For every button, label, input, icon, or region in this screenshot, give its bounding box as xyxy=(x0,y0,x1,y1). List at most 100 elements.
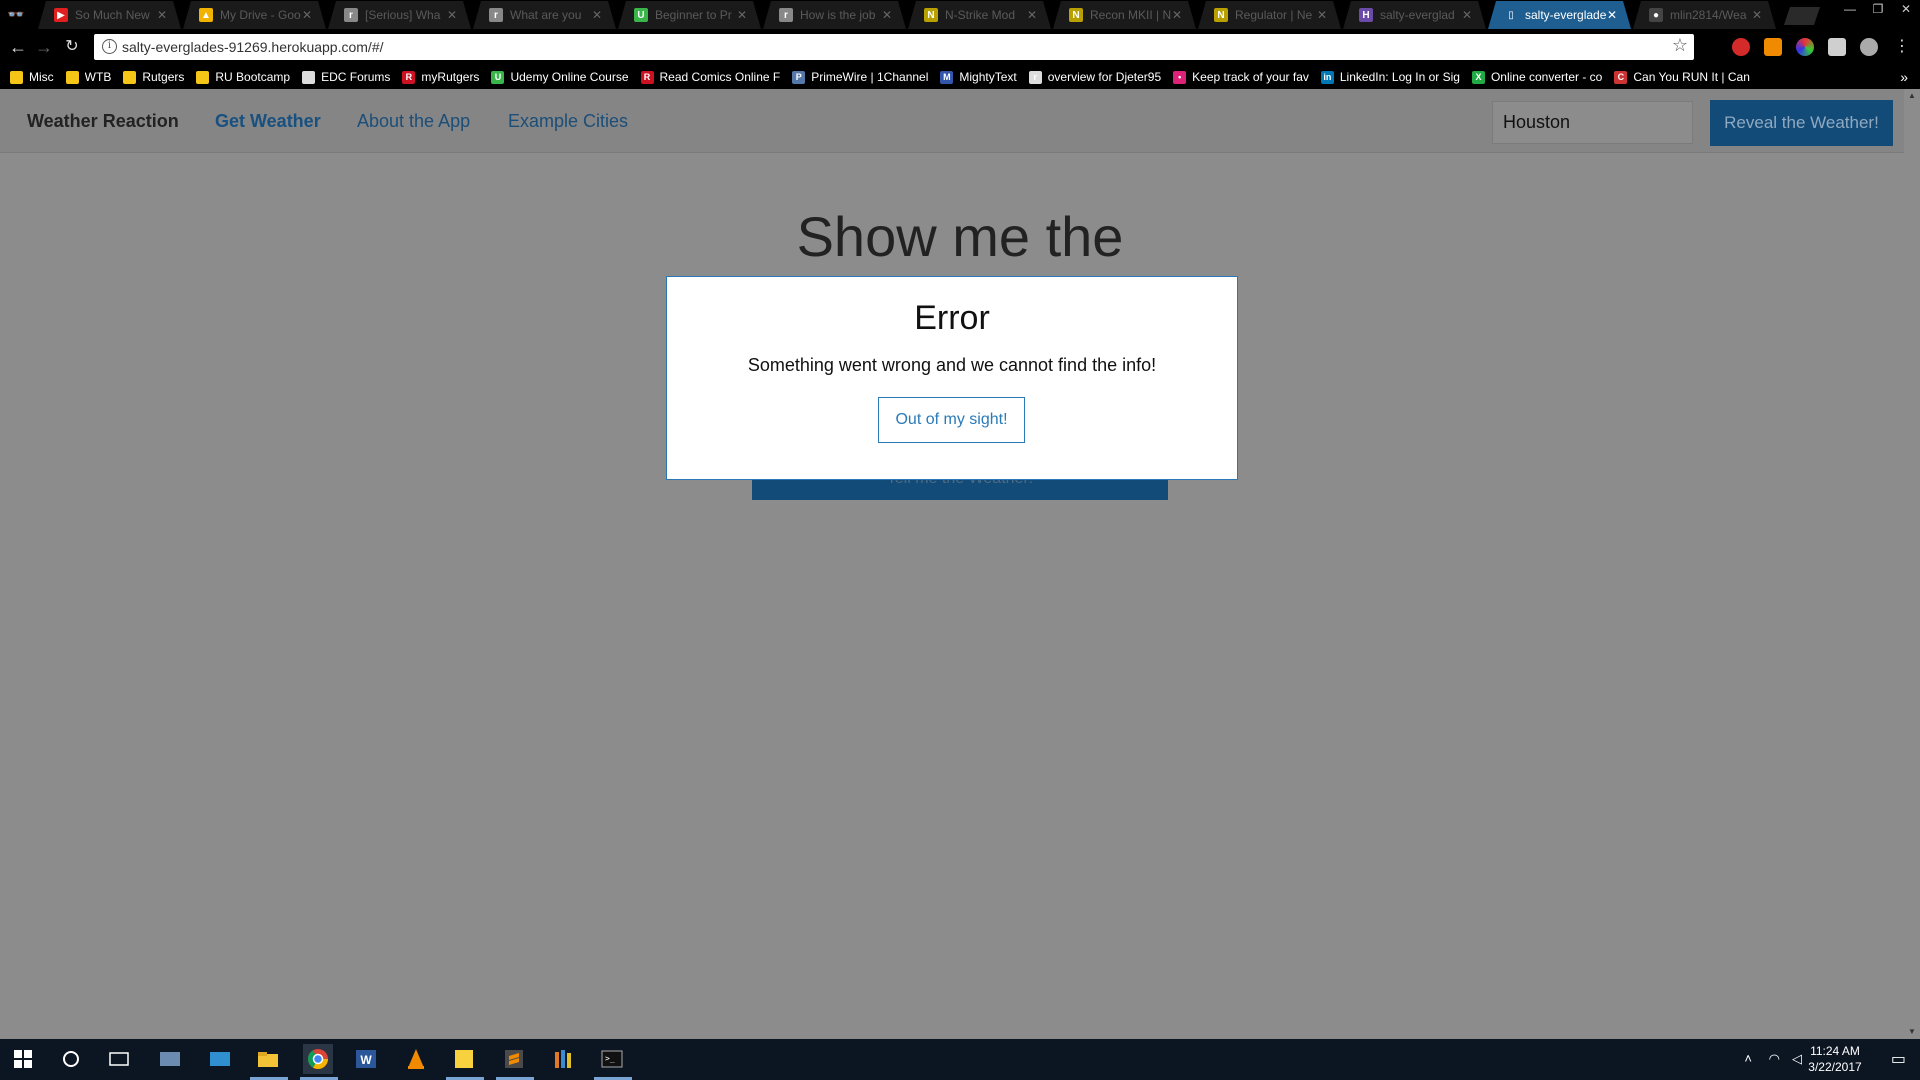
bookmark-item[interactable]: • Keep track of your fav xyxy=(1173,70,1309,84)
svg-text:>_: >_ xyxy=(605,1054,615,1063)
restore-icon[interactable]: ❐ xyxy=(1864,0,1892,20)
browser-tab[interactable]: N Recon MKII | N ✕ xyxy=(1053,1,1196,29)
brand-logo[interactable]: Weather Reaction xyxy=(27,111,179,132)
minimize-icon[interactable]: — xyxy=(1836,0,1864,20)
more-bookmarks-icon[interactable]: » xyxy=(1900,69,1908,85)
file-explorer-icon[interactable] xyxy=(253,1044,283,1074)
bookmark-item[interactable]: P PrimeWire | 1Channel xyxy=(792,70,928,84)
tab-close-icon[interactable]: ✕ xyxy=(592,8,602,22)
extension-icon[interactable] xyxy=(1796,38,1814,56)
forward-arrow-icon[interactable]: → xyxy=(32,35,56,59)
incognito-icon: 👓 xyxy=(7,6,25,22)
browser-tab[interactable]: N N-Strike Mod ✕ xyxy=(908,1,1051,29)
word-icon[interactable]: W xyxy=(351,1044,381,1074)
tab-close-icon[interactable]: ✕ xyxy=(302,8,312,22)
nav-link-about[interactable]: About the App xyxy=(357,111,470,132)
tab-close-icon[interactable]: ✕ xyxy=(882,8,892,22)
url-text[interactable]: salty-everglades-91269.herokuapp.com/#/ xyxy=(122,39,384,55)
tab-close-icon[interactable]: ✕ xyxy=(447,8,457,22)
bookmark-item[interactable]: Rutgers xyxy=(123,70,184,84)
windows-start-icon[interactable] xyxy=(8,1044,38,1074)
reveal-weather-button[interactable]: Reveal the Weather! xyxy=(1710,100,1893,146)
network-icon[interactable]: ◠ xyxy=(1769,1051,1780,1067)
vlc-icon[interactable] xyxy=(401,1044,431,1074)
taskbar-clock[interactable]: 11:24 AM 3/22/2017 xyxy=(1800,1043,1870,1075)
extension-icon[interactable] xyxy=(1828,38,1846,56)
scroll-down-icon[interactable]: ▼ xyxy=(1904,1025,1920,1039)
tab-close-icon[interactable]: ✕ xyxy=(1317,8,1327,22)
app-icon[interactable] xyxy=(155,1044,185,1074)
bookmark-item[interactable]: RmyRutgers xyxy=(402,70,479,84)
tab-label: So Much New xyxy=(75,8,150,22)
bookmark-item[interactable]: M MightyText xyxy=(940,70,1017,84)
tab-close-icon[interactable]: ✕ xyxy=(1462,8,1472,22)
sublime-icon[interactable] xyxy=(499,1044,529,1074)
hero-heading: Show me the xyxy=(796,205,1124,268)
sticky-notes-icon[interactable] xyxy=(449,1044,479,1074)
bookmark-item[interactable]: C Can You RUN It | Can xyxy=(1614,70,1750,84)
clock-date: 3/22/2017 xyxy=(1808,1060,1862,1074)
back-arrow-icon[interactable]: ← xyxy=(6,35,30,59)
bookmark-label: WTB xyxy=(84,70,112,84)
browser-tab[interactable]: Hsalty-everglad ✕ xyxy=(1343,1,1486,29)
city-search-input[interactable] xyxy=(1492,101,1693,144)
browser-tab[interactable]: r How is the job ✕ xyxy=(763,1,906,29)
browser-tab[interactable]: ● mlin2814/Wea ✕ xyxy=(1633,1,1776,29)
terminal-icon[interactable]: >_ xyxy=(597,1044,627,1074)
cortana-icon[interactable] xyxy=(56,1044,86,1074)
tab-close-icon[interactable]: ✕ xyxy=(1752,8,1762,22)
browser-tab[interactable]: ▲ My Drive - Goo ✕ xyxy=(183,1,326,29)
tab-close-icon[interactable]: ✕ xyxy=(157,8,167,22)
bookmark-star-icon[interactable]: ☆ xyxy=(1672,35,1688,56)
bookmark-item[interactable]: in LinkedIn: Log In or Sig xyxy=(1320,70,1460,84)
extension-icon[interactable] xyxy=(1764,38,1782,56)
library-icon[interactable] xyxy=(549,1044,579,1074)
browser-tab[interactable]: U Beginner to Pr ✕ xyxy=(618,1,761,29)
browser-tab[interactable]: r What are you ✕ xyxy=(473,1,616,29)
bookmark-item[interactable]: R Read Comics Online F xyxy=(640,70,780,84)
bookmark-item[interactable]: U Udemy Online Course xyxy=(491,70,629,84)
bookmark-label: Misc xyxy=(29,70,54,84)
bookmark-label: RU Bootcamp xyxy=(215,70,291,84)
nav-link-get-weather[interactable]: Get Weather xyxy=(215,111,321,132)
tab-favicon-icon: ▲ xyxy=(199,8,213,22)
close-window-icon[interactable]: ✕ xyxy=(1892,0,1920,20)
tab-close-icon[interactable]: ✕ xyxy=(737,8,747,22)
nav-link-example-cities[interactable]: Example Cities xyxy=(508,111,628,132)
bookmark-favicon-icon: X xyxy=(1471,70,1485,84)
vertical-scrollbar[interactable]: ▲ ▼ xyxy=(1904,89,1920,1039)
menu-dots-icon[interactable]: ⋮ xyxy=(1890,35,1914,59)
task-view-icon[interactable] xyxy=(104,1044,134,1074)
bookmark-item[interactable]: RU Bootcamp xyxy=(196,70,290,84)
site-navbar: Weather Reaction Get Weather About the A… xyxy=(0,89,1904,153)
tab-favicon-icon: r xyxy=(344,8,358,22)
tab-close-icon[interactable]: ✕ xyxy=(1607,8,1617,22)
browser-tab[interactable]: ▶ So Much New ✕ xyxy=(38,1,181,29)
bookmark-item[interactable]: WTB xyxy=(65,70,112,84)
browser-tab[interactable]: N Regulator | Ne ✕ xyxy=(1198,1,1341,29)
tab-favicon-icon: r xyxy=(489,8,503,22)
scroll-up-icon[interactable]: ▲ xyxy=(1904,89,1920,103)
show-hidden-icons-icon[interactable]: ˄ xyxy=(1744,1051,1752,1066)
bookmark-item[interactable]: EDC Forums xyxy=(302,70,390,84)
address-bar[interactable]: i salty-everglades-91269.herokuapp.com/#… xyxy=(94,34,1694,60)
dismiss-modal-button[interactable]: Out of my sight! xyxy=(878,397,1025,443)
notifications-icon[interactable]: ▭ xyxy=(1891,1049,1906,1069)
tab-close-icon[interactable]: ✕ xyxy=(1027,8,1037,22)
reload-icon[interactable]: ↻ xyxy=(60,35,84,59)
extension-icon[interactable] xyxy=(1860,38,1878,56)
bookmark-item[interactable]: Misc xyxy=(10,70,54,84)
new-tab-button[interactable] xyxy=(1784,7,1820,25)
bookmark-favicon-icon xyxy=(10,70,23,84)
app-icon[interactable] xyxy=(205,1044,235,1074)
bookmark-item[interactable]: X Online converter - co xyxy=(1471,70,1602,84)
browser-tab[interactable]: r [Serious] Wha ✕ xyxy=(328,1,471,29)
info-icon[interactable]: i xyxy=(102,39,117,54)
tab-close-icon[interactable]: ✕ xyxy=(1172,8,1182,22)
tab-favicon-icon: N xyxy=(1214,8,1228,22)
browser-tab[interactable]: ▯ salty-everglade ✕ xyxy=(1488,1,1631,29)
bookmark-item[interactable]: r overview for Djeter95 xyxy=(1028,70,1161,84)
extension-icon[interactable] xyxy=(1732,38,1750,56)
bookmark-favicon-icon: r xyxy=(1028,70,1042,84)
chrome-icon[interactable] xyxy=(303,1044,333,1074)
